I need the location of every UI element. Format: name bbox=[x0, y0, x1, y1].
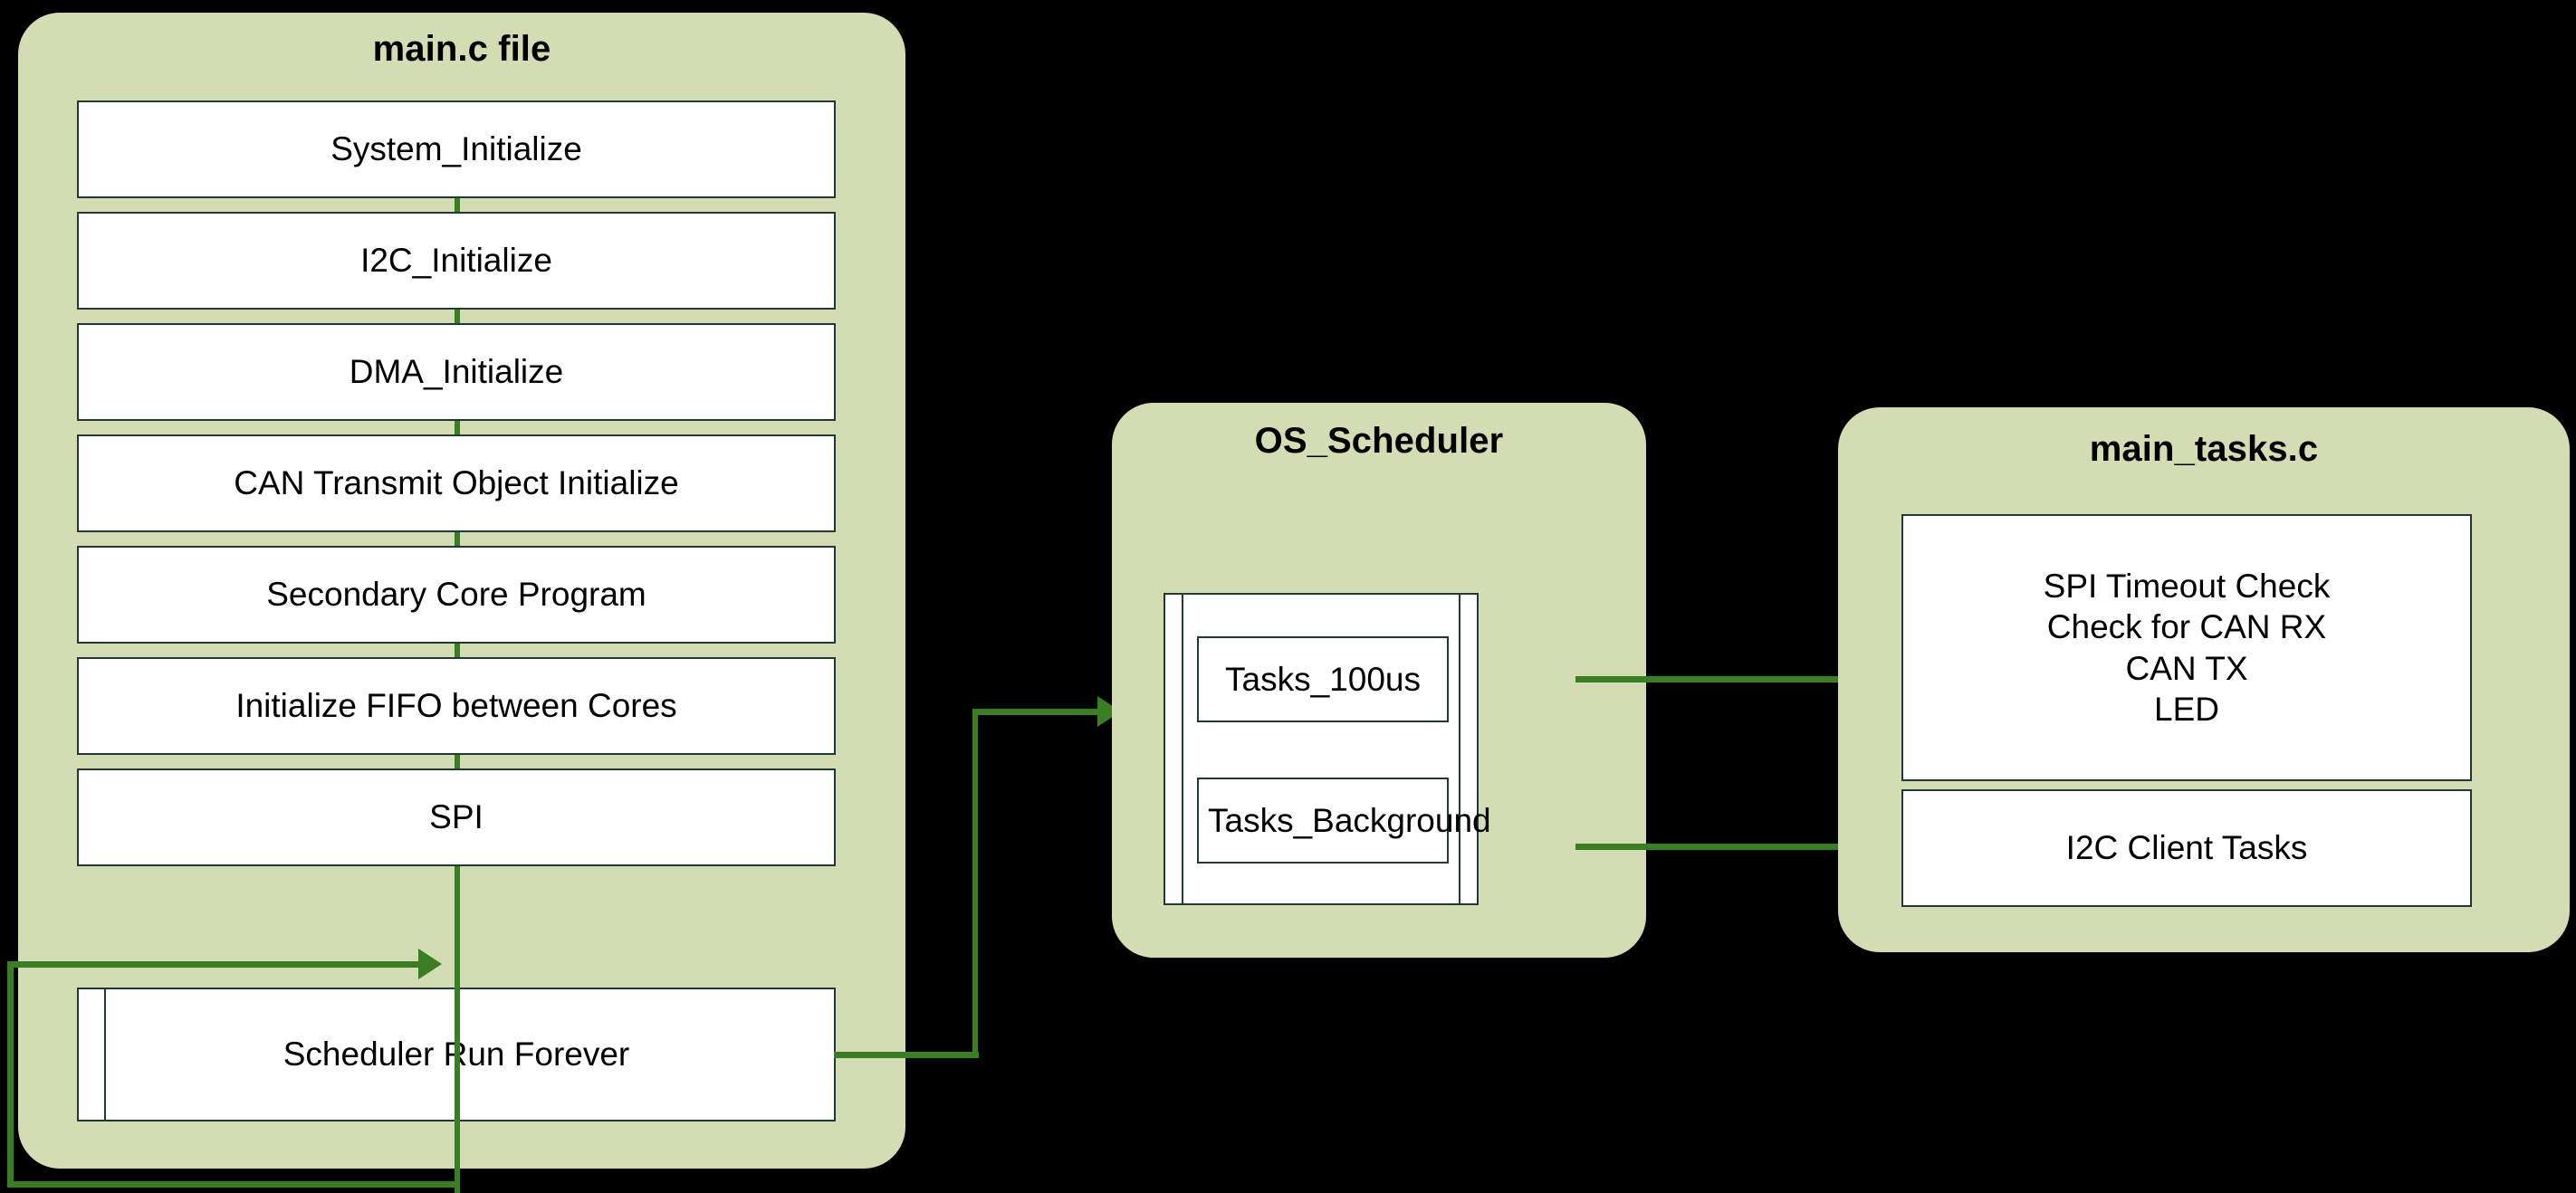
task-block-i2c-client-tasks[interactable]: I2C Client Tasks bbox=[1901, 789, 2472, 907]
task-block-line: I2C Client Tasks bbox=[2065, 829, 2308, 867]
step-label: Initialize FIFO between Cores bbox=[235, 687, 677, 725]
loop-arrowhead-icon bbox=[418, 949, 442, 979]
task-label: Tasks_Background bbox=[1208, 801, 1491, 839]
task-label: Tasks_100us bbox=[1225, 660, 1421, 698]
task-block-periodic-tasks[interactable]: SPI Timeout Check Check for CAN RX CAN T… bbox=[1901, 514, 2472, 781]
task-box-tasks-background[interactable]: Tasks_Background bbox=[1197, 778, 1491, 864]
task-block-line: LED bbox=[2154, 690, 2219, 728]
scheduler-to-os-vertical bbox=[972, 709, 978, 1058]
step-label: SPI bbox=[429, 798, 484, 836]
panel-os-scheduler-title: OS_Scheduler bbox=[1254, 421, 1504, 461]
step-box-secondary-core-program[interactable]: Secondary Core Program bbox=[77, 546, 836, 644]
loop-bottom-rail bbox=[7, 1181, 460, 1188]
step-label: DMA_Initialize bbox=[349, 353, 564, 391]
chain-connector-2 bbox=[455, 310, 460, 323]
task-block-lines: SPI Timeout Check Check for CAN RX CAN T… bbox=[1903, 566, 2470, 730]
chain-connector-5 bbox=[455, 644, 460, 657]
loop-top-rail bbox=[7, 961, 424, 968]
step-label: CAN Transmit Object Initialize bbox=[234, 464, 679, 502]
chain-connector-6 bbox=[455, 755, 460, 768]
diagram-canvas: main.c file System_Initialize I2C_Initia… bbox=[0, 0, 2576, 1193]
step-box-can-transmit-object-initialize[interactable]: CAN Transmit Object Initialize bbox=[77, 434, 836, 532]
step-box-dma-initialize[interactable]: DMA_Initialize bbox=[77, 323, 836, 421]
step-box-i2c-initialize[interactable]: I2C_Initialize bbox=[77, 212, 836, 310]
chain-connector-4 bbox=[455, 532, 460, 546]
step-label: System_Initialize bbox=[330, 130, 582, 168]
step-box-initialize-fifo-between-cores[interactable]: Initialize FIFO between Cores bbox=[77, 657, 836, 755]
panel-main-tasks-c-title: main_tasks.c bbox=[2089, 429, 2319, 469]
chain-connector-1 bbox=[455, 198, 460, 212]
step-box-spi[interactable]: SPI bbox=[77, 768, 836, 866]
loop-left-riser bbox=[7, 961, 14, 1188]
loop-vertical-down bbox=[455, 866, 460, 1193]
scheduler-to-os-horizontal-1 bbox=[834, 1052, 979, 1058]
step-label: Secondary Core Program bbox=[266, 576, 646, 614]
scheduler-to-os-horizontal-2 bbox=[972, 709, 1103, 715]
task-block-line: Check for CAN RX bbox=[2046, 608, 2327, 646]
step-label: I2C_Initialize bbox=[360, 242, 552, 280]
panel-main-c-title: main.c file bbox=[372, 29, 551, 69]
tasks-100us-arrow-line bbox=[1575, 676, 1845, 682]
chain-connector-3 bbox=[455, 421, 460, 434]
step-box-system-initialize[interactable]: System_Initialize bbox=[77, 100, 836, 198]
task-block-line: SPI Timeout Check bbox=[2043, 568, 2331, 606]
tasks-background-arrow-line bbox=[1575, 844, 1845, 850]
task-box-tasks-100us[interactable]: Tasks_100us bbox=[1197, 636, 1449, 722]
task-block-line: CAN TX bbox=[2125, 649, 2248, 687]
